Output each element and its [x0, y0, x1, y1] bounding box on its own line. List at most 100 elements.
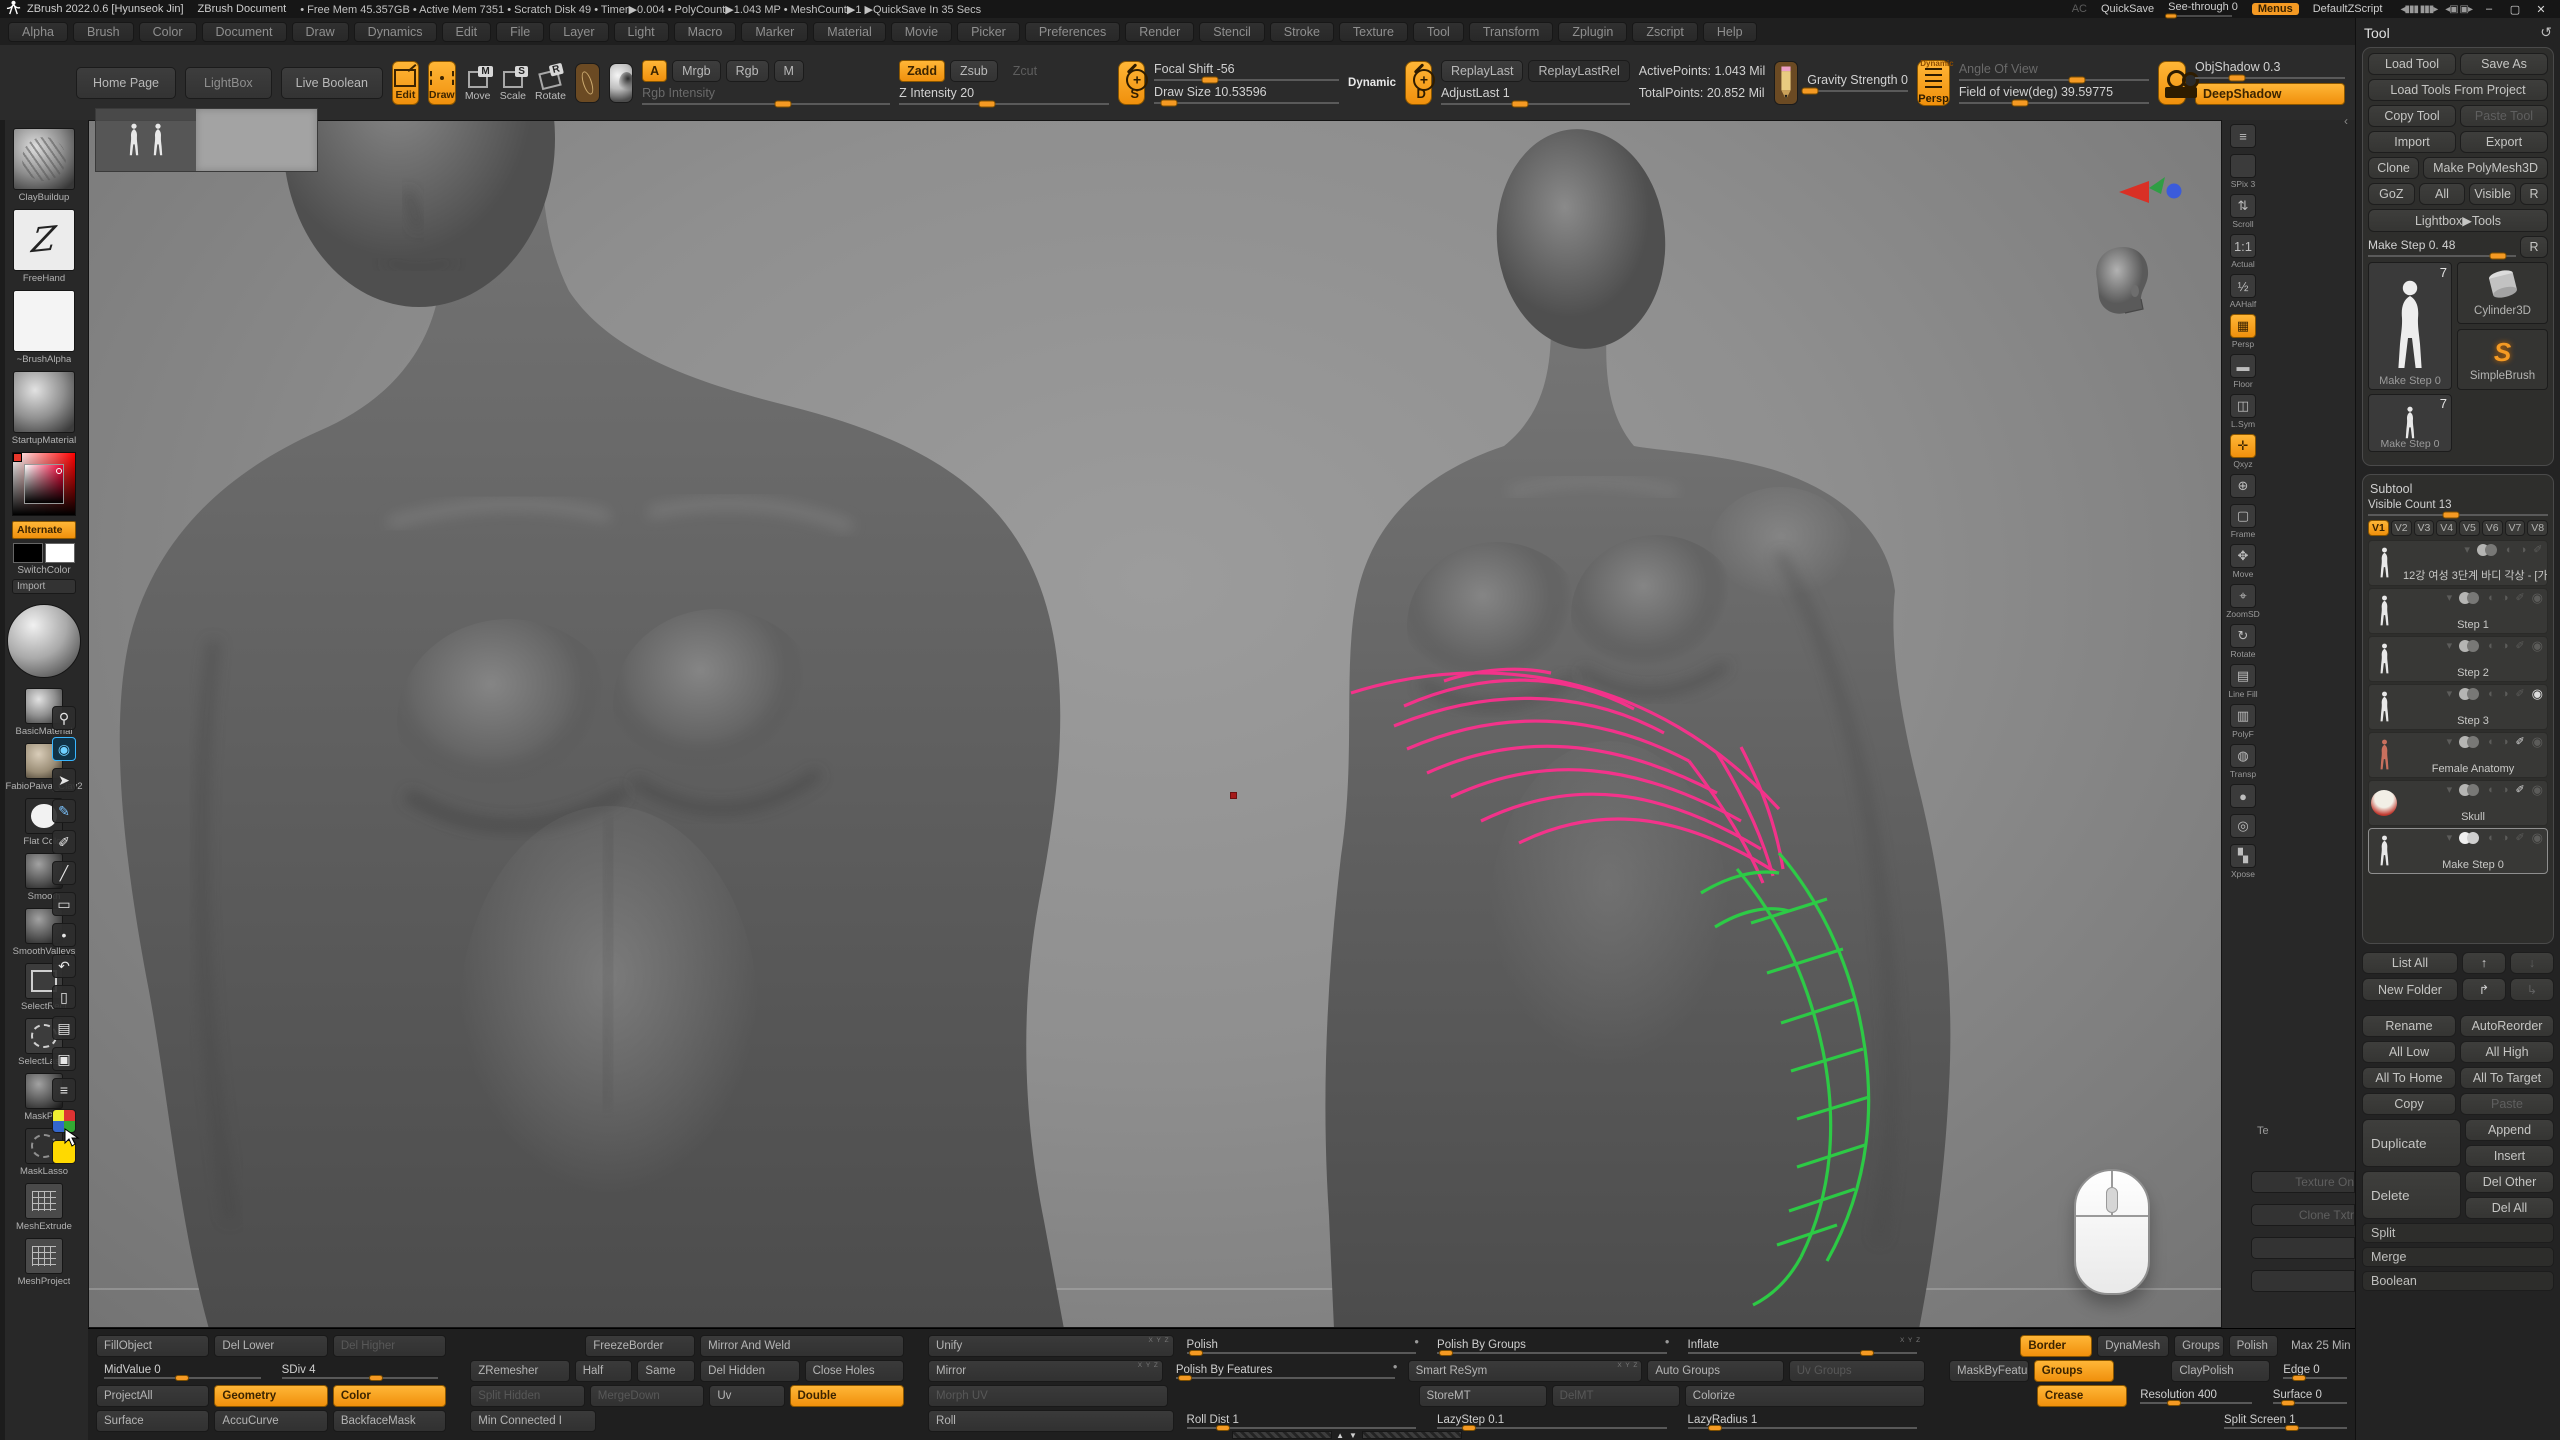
subtool-action-button[interactable]: AutoReorder: [2460, 1015, 2554, 1037]
shelf-cell[interactable]: Split Screen 1: [2216, 1410, 2355, 1432]
zcut-button[interactable]: Zcut: [1003, 60, 1047, 82]
tool-panel-button[interactable]: Make PolyMesh3D: [2423, 157, 2548, 179]
rgb-button[interactable]: Rgb: [726, 60, 769, 82]
subtool-row[interactable]: Step 1: [2368, 588, 2548, 634]
menu-item[interactable]: Render: [1125, 22, 1194, 42]
camview-head-widget[interactable]: [2079, 239, 2159, 327]
subtool-folder-button[interactable]: ↳: [2510, 978, 2554, 1001]
subtool-folder-button[interactable]: ↑: [2462, 952, 2506, 974]
menu-item[interactable]: Draw: [292, 22, 349, 42]
vtab[interactable]: V5: [2459, 520, 2480, 536]
flipdown-icon[interactable]: [2447, 689, 2453, 700]
material-preview-sphere[interactable]: [7, 604, 81, 678]
menu-item[interactable]: Material: [813, 22, 885, 42]
menu-item[interactable]: Picker: [957, 22, 1020, 42]
shelf-cell[interactable]: Geometry: [214, 1385, 327, 1407]
left-shelf-item[interactable]: StartupMaterial: [12, 371, 76, 446]
menu-item[interactable]: Zplugin: [1558, 22, 1627, 42]
subtool-folder-button[interactable]: ↱: [2462, 978, 2506, 1001]
deepshadow-button[interactable]: DeepShadow: [2195, 83, 2345, 105]
duplicate-button[interactable]: Duplicate: [2362, 1119, 2461, 1167]
right-shelf-button[interactable]: ◫ L.Sym: [2226, 394, 2260, 429]
see-through-slider[interactable]: See-through 0: [2168, 1, 2238, 17]
subtool-row[interactable]: Step 3: [2368, 684, 2548, 730]
make-step-slider[interactable]: Make Step 0. 48: [2368, 238, 2516, 257]
z-intensity-slider[interactable]: Z Intensity 20: [899, 86, 1109, 105]
pencil-icon[interactable]: [1774, 61, 1798, 105]
shelf-cell[interactable]: Double: [790, 1385, 905, 1407]
sculpting-canvas[interactable]: [88, 120, 2222, 1328]
right-shelf-button[interactable]: ✥ Move: [2226, 544, 2260, 579]
dock-scroll[interactable]: ▲ ▼: [1232, 1430, 1462, 1440]
tool-panel-button[interactable]: Clone: [2368, 157, 2419, 179]
menu-item[interactable]: Marker: [741, 22, 808, 42]
objshadow-slider[interactable]: ObjShadow 0.3: [2195, 60, 2345, 79]
right-shelf-button[interactable]: ▦ Persp: [2226, 314, 2260, 349]
pin-icon[interactable]: ⚲: [52, 706, 76, 730]
mrgb-button[interactable]: Mrgb: [672, 60, 720, 82]
m-button[interactable]: M: [774, 60, 804, 82]
polypaint-icon[interactable]: [2459, 592, 2481, 604]
restore-button[interactable]: ▢: [2502, 3, 2528, 16]
vtab[interactable]: V1: [2368, 520, 2389, 536]
move-mode-button[interactable]: M Move: [465, 61, 491, 105]
eye-icon[interactable]: [2532, 639, 2543, 653]
subtool-folder-button[interactable]: New Folder: [2362, 978, 2458, 1001]
pencil-icon[interactable]: ✐: [52, 830, 76, 854]
menu-item[interactable]: Edit: [442, 22, 492, 42]
quicksave-button[interactable]: QuickSave: [2101, 3, 2154, 15]
live-boolean-button[interactable]: Live Boolean: [281, 67, 383, 99]
left-shelf-item[interactable]: MeshExtrude: [16, 1183, 72, 1232]
occluded-button[interactable]: Texture On: [2251, 1171, 2355, 1193]
tool-panel-button[interactable]: R: [2520, 183, 2548, 205]
tool-panel-button[interactable]: Copy Tool: [2368, 105, 2456, 127]
replay-icon[interactable]: D: [1405, 61, 1432, 105]
half-visibility-icon[interactable]: [2506, 545, 2513, 556]
shelf-cell[interactable]: LazyStep 0.1: [1429, 1410, 1675, 1432]
delete-button[interactable]: Delete: [2362, 1171, 2461, 1219]
pen-icon[interactable]: ✎: [52, 799, 76, 823]
divider-tray-icons-right[interactable]: ◂▣ ▣▸: [2445, 4, 2472, 15]
draw-size-icon[interactable]: S: [1118, 61, 1145, 105]
menu-item[interactable]: Alpha: [8, 22, 68, 42]
home-page-button[interactable]: Home Page: [76, 67, 176, 99]
shelf-cell[interactable]: Surface: [96, 1410, 209, 1432]
paint-icon[interactable]: [2533, 545, 2542, 556]
contrast-icon[interactable]: [2502, 641, 2509, 652]
contrast-icon[interactable]: [2502, 689, 2509, 700]
menu-item[interactable]: Stencil: [1199, 22, 1265, 42]
subtool-folder-button[interactable]: ↓: [2510, 952, 2554, 974]
shelf-cell[interactable]: Polish: [2229, 1335, 2279, 1357]
tool-panel-button[interactable]: Load Tool: [2368, 53, 2456, 75]
del-other-button[interactable]: Del Other: [2465, 1171, 2554, 1193]
shelf-cell[interactable]: ProjectAll: [96, 1385, 209, 1407]
tray-collapse-icon[interactable]: ‹: [2344, 114, 2348, 128]
menu-item[interactable]: Help: [1703, 22, 1757, 42]
shelf-cell[interactable]: Del Hidden: [700, 1360, 799, 1382]
a-toggle-button[interactable]: A: [642, 60, 667, 82]
shelf-cell[interactable]: Inflate: [1680, 1335, 1926, 1357]
occluded-button[interactable]: [2251, 1237, 2355, 1259]
shelf-cell[interactable]: MaskByFeature: [1949, 1360, 2029, 1382]
menu-item[interactable]: File: [496, 22, 544, 42]
flipdown-icon[interactable]: [2447, 785, 2453, 796]
eye-icon[interactable]: [2532, 591, 2543, 605]
menu-item[interactable]: Transform: [1469, 22, 1554, 42]
trash-icon[interactable]: ▯: [52, 985, 76, 1009]
switch-color-swatches[interactable]: [13, 543, 75, 563]
subtool-row[interactable]: Female Anatomy: [2368, 732, 2548, 778]
insert-button[interactable]: Insert: [2465, 1145, 2554, 1167]
shelf-cell[interactable]: Split Hidden: [470, 1385, 585, 1407]
shelf-cell[interactable]: DynaMesh: [2097, 1335, 2169, 1357]
tool-panel-button[interactable]: Lightbox▶Tools: [2368, 209, 2548, 232]
close-button[interactable]: ✕: [2528, 3, 2554, 16]
menu-item[interactable]: Tool: [1413, 22, 1464, 42]
flipdown-icon[interactable]: [2447, 737, 2453, 748]
tool-panel-button[interactable]: Paste Tool: [2460, 105, 2548, 127]
right-shelf-button[interactable]: ⌖ ZoomSD: [2226, 584, 2260, 619]
zsub-button[interactable]: Zsub: [950, 60, 998, 82]
left-shelf-item[interactable]: FreeHand: [13, 209, 75, 284]
menu-item[interactable]: Movie: [891, 22, 952, 42]
menu-item[interactable]: Brush: [73, 22, 134, 42]
right-shelf-button[interactable]: ◎: [2226, 814, 2260, 839]
